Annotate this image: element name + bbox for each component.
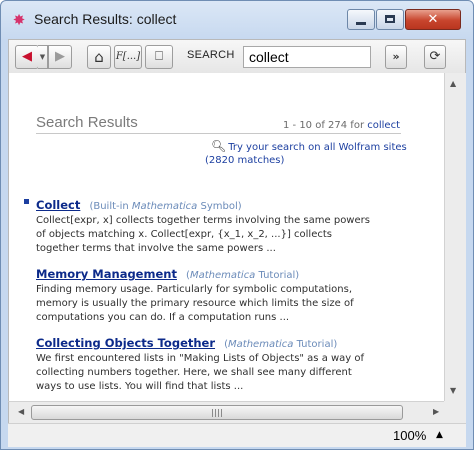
result-kind: (Mathematica Tutorial) bbox=[224, 339, 337, 350]
match-count: (2820 matches) bbox=[205, 155, 285, 166]
minimize-button[interactable] bbox=[347, 9, 375, 30]
grip-icon bbox=[212, 409, 222, 417]
result-kind-suffix: Tutorial) bbox=[293, 339, 338, 350]
list-item: Memory Management (Mathematica Tutorial)… bbox=[36, 263, 416, 325]
result-kind-product: Mathematica bbox=[131, 201, 198, 212]
result-range: 1 - 10 of 274 for collect bbox=[283, 120, 400, 131]
result-kind-suffix: Tutorial) bbox=[255, 270, 300, 281]
maximize-button[interactable] bbox=[376, 9, 404, 30]
home-button[interactable]: ⌂ bbox=[87, 45, 111, 69]
result-description-line: We first encountered lists in "Making Li… bbox=[36, 353, 365, 364]
result-description: Collect[expr, x] collects together terms… bbox=[36, 214, 416, 256]
minimize-icon bbox=[356, 21, 366, 25]
magnifier-icon: 🔍︎ bbox=[211, 139, 227, 153]
title-bar[interactable]: ✸ Search Results: collect ✕ bbox=[1, 1, 473, 39]
result-kind-suffix: Symbol) bbox=[197, 201, 242, 212]
heading-divider bbox=[36, 133, 401, 134]
maximize-icon bbox=[385, 15, 395, 23]
result-title-link[interactable]: Collecting Objects Together bbox=[36, 336, 215, 350]
virtual-book-button[interactable]: ⎕ bbox=[145, 45, 173, 69]
zoom-level[interactable]: 100% bbox=[393, 428, 426, 443]
window-title: Search Results: collect bbox=[34, 11, 177, 27]
result-kind: (Mathematica Tutorial) bbox=[186, 270, 299, 281]
result-description-line: collecting numbers together. Here, we sh… bbox=[36, 367, 352, 378]
wolfram-sites-link[interactable]: 🔍︎ Try your search on all Wolfram sites bbox=[211, 139, 407, 153]
toolbar: ◀ ▼ ▶ ⌂ F[...] ⎕ SEARCH » ⟳ bbox=[8, 39, 466, 73]
result-description-line: Finding memory usage. Particularly for s… bbox=[36, 284, 353, 295]
horizontal-scroll-thumb[interactable] bbox=[31, 405, 403, 420]
result-description-line: memory is usually the primary resource w… bbox=[36, 298, 354, 309]
result-description: Finding memory usage. Particularly for s… bbox=[36, 283, 416, 325]
results-content: Search Results 1 - 10 of 274 for collect… bbox=[8, 73, 444, 401]
result-range-term: collect bbox=[367, 120, 400, 131]
result-description: We first encountered lists in "Making Li… bbox=[36, 352, 416, 394]
result-description-line: ways to use lists. You will find that li… bbox=[36, 381, 244, 392]
result-description-line: Collect[expr, x] collects together terms… bbox=[36, 215, 370, 226]
result-kind-product: Mathematica bbox=[189, 270, 256, 281]
close-button[interactable]: ✕ bbox=[405, 9, 461, 30]
scroll-left-arrow-icon[interactable]: ◀ bbox=[18, 407, 24, 416]
list-item: Collecting Objects Together (Mathematica… bbox=[36, 332, 416, 394]
result-title-link[interactable]: Memory Management bbox=[36, 267, 177, 281]
result-range-text: 1 - 10 of 274 for bbox=[282, 120, 365, 131]
mathematica-star-icon: ✸ bbox=[12, 11, 26, 29]
result-description-line: together terms that involve the same pow… bbox=[36, 243, 276, 254]
back-button[interactable]: ◀ bbox=[15, 45, 39, 69]
page-title: Search Results bbox=[36, 114, 138, 131]
result-kind-product: Mathematica bbox=[228, 339, 294, 350]
result-kind-prefix: (Built-in bbox=[89, 201, 132, 212]
function-navigator-button[interactable]: F[...] bbox=[114, 45, 142, 69]
horizontal-scrollbar[interactable]: ◀ ▶ bbox=[8, 401, 444, 423]
forward-button[interactable]: ▶ bbox=[48, 45, 72, 69]
result-bullet bbox=[24, 199, 29, 204]
scrollbar-corner bbox=[444, 401, 466, 423]
status-bar: 100% ▲ bbox=[8, 423, 466, 447]
result-title-link[interactable]: Collect bbox=[36, 198, 80, 212]
result-description-line: of objects matching x. Collect[expr, {x_… bbox=[36, 229, 332, 240]
wolfram-sites-link-label: Try your search on all Wolfram sites bbox=[228, 142, 407, 153]
scroll-up-arrow-icon[interactable]: ▲ bbox=[450, 79, 456, 88]
refresh-button[interactable]: ⟳ bbox=[424, 45, 446, 69]
back-history-dropdown[interactable]: ▼ bbox=[38, 45, 48, 69]
search-label: SEARCH bbox=[187, 49, 235, 61]
vertical-scrollbar[interactable]: ▲ ▼ bbox=[444, 73, 466, 401]
scroll-down-arrow-icon[interactable]: ▼ bbox=[450, 386, 456, 395]
result-kind: (Built-in Mathematica Symbol) bbox=[89, 201, 241, 212]
zoom-menu-arrow-icon[interactable]: ▲ bbox=[436, 430, 443, 440]
list-item: Collect (Built-in Mathematica Symbol) Co… bbox=[24, 194, 416, 256]
search-input[interactable] bbox=[243, 46, 371, 68]
search-go-button[interactable]: » bbox=[385, 45, 407, 69]
scroll-right-arrow-icon[interactable]: ▶ bbox=[433, 407, 439, 416]
help-browser-window: ✸ Search Results: collect ✕ ◀ ▼ ▶ ⌂ F[..… bbox=[0, 0, 474, 450]
result-description-line: computations you can do. If a computatio… bbox=[36, 312, 290, 323]
